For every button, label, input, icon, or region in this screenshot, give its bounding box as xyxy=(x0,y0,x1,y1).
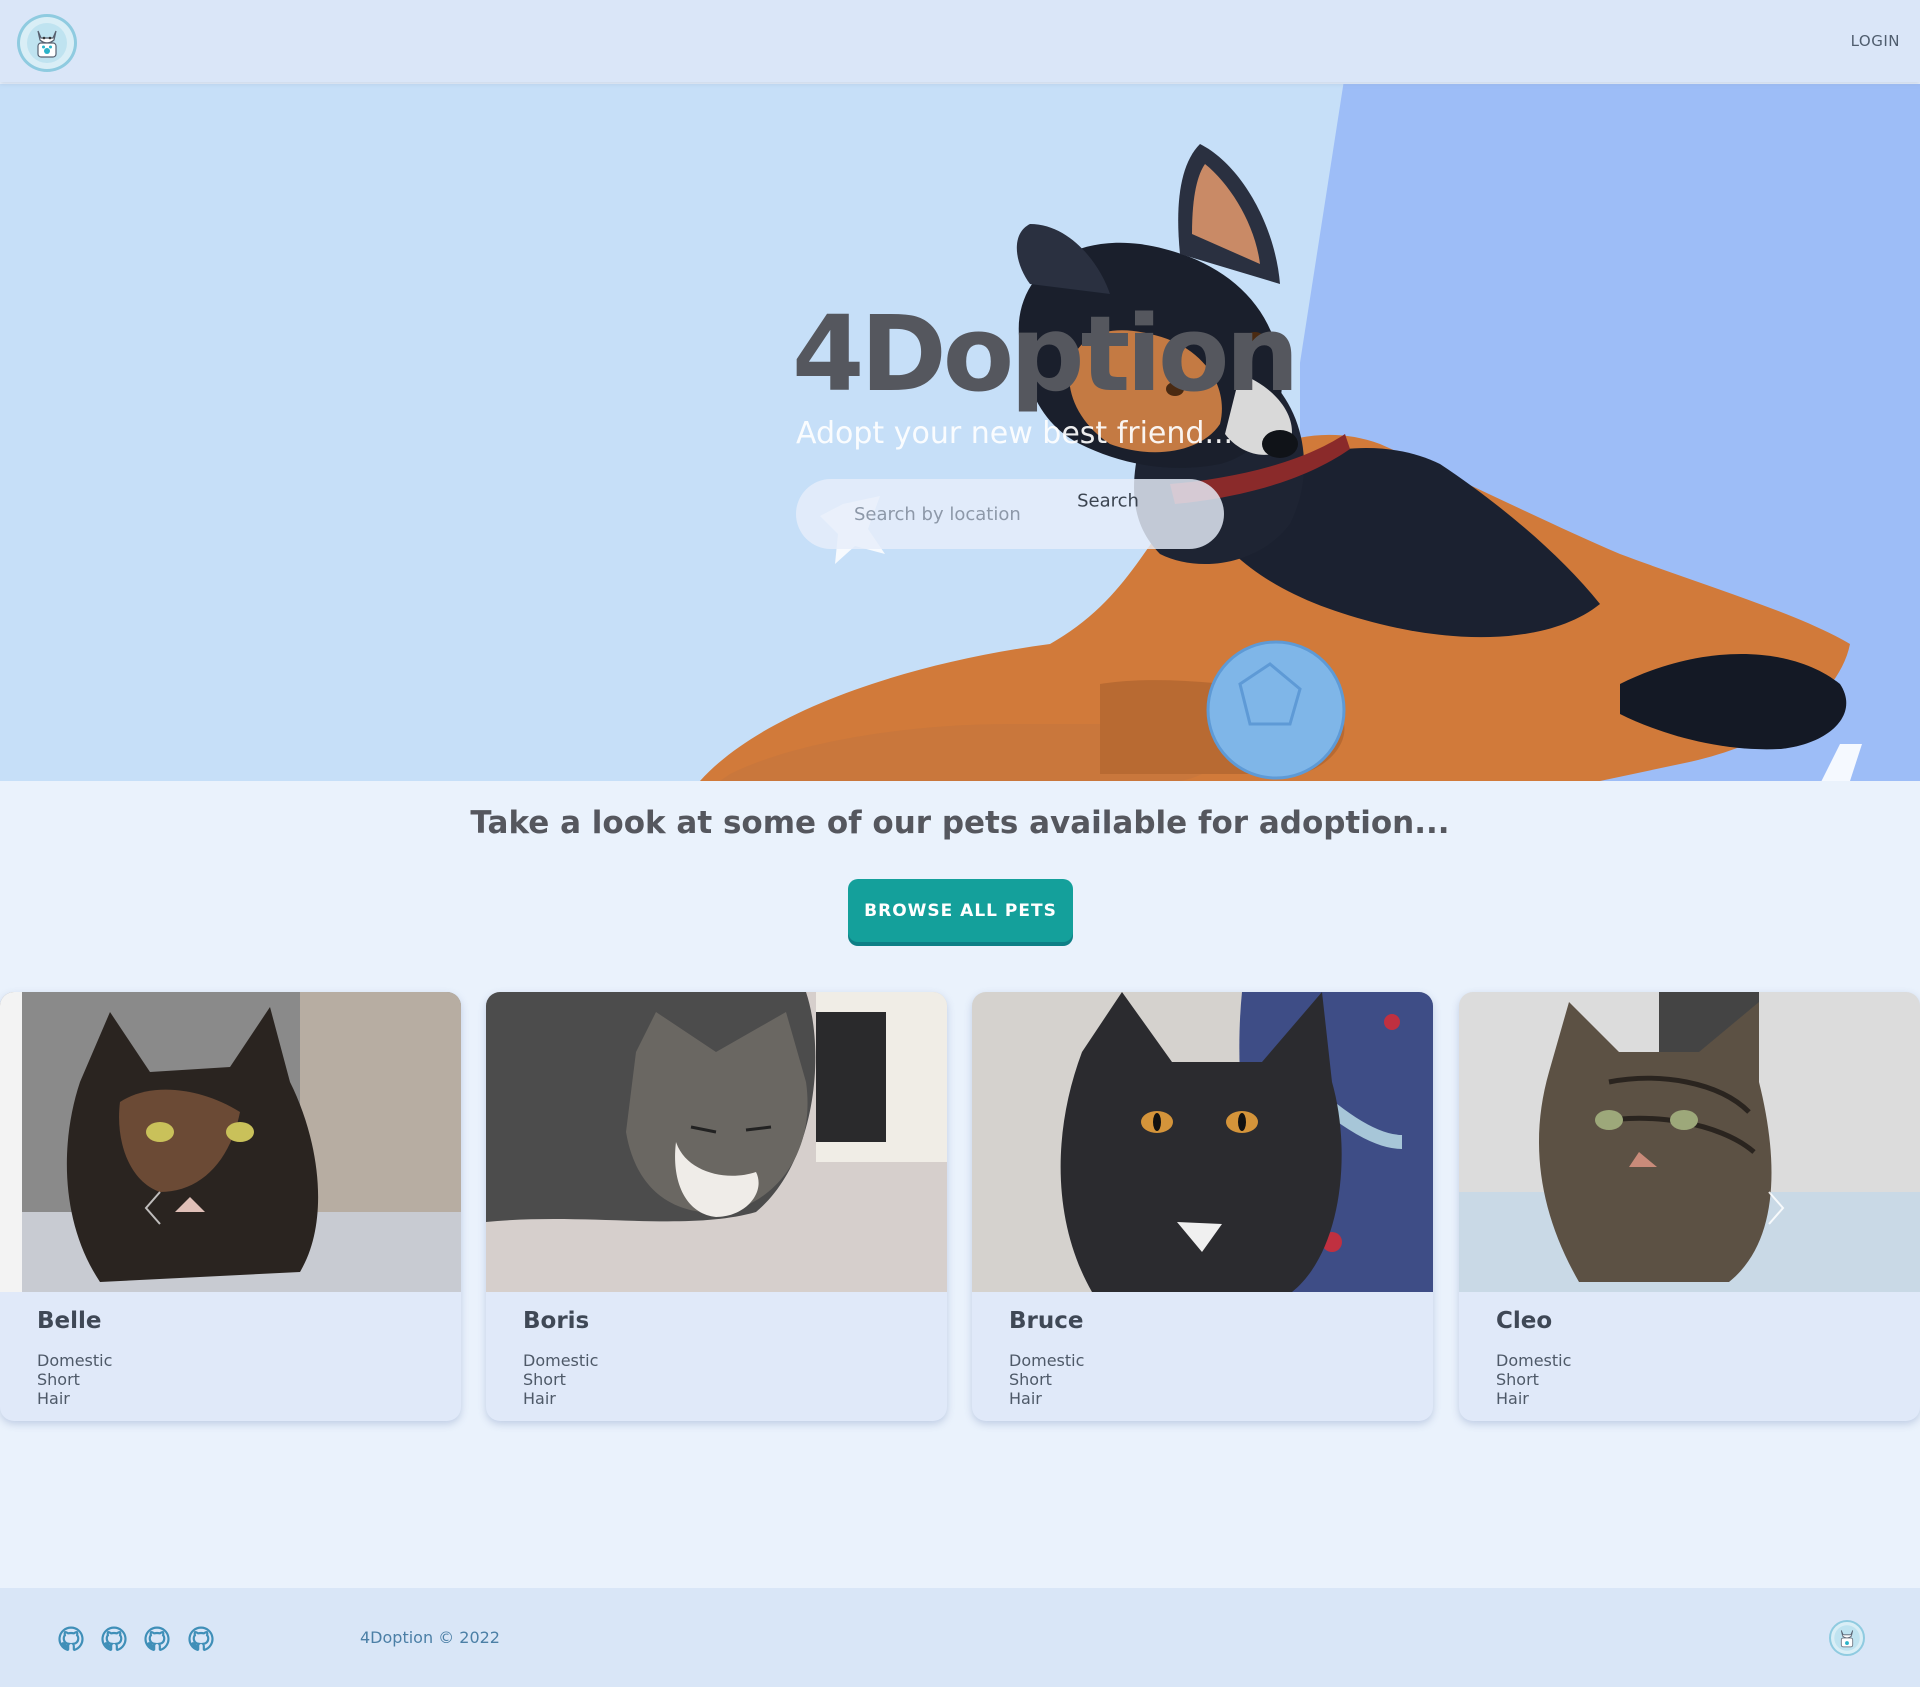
cat-logo-icon[interactable] xyxy=(1829,1620,1865,1656)
pet-photo xyxy=(972,992,1433,1292)
hero-banner: 4Doption Adopt your new best friend... xyxy=(0,84,1920,781)
pets-section-heading: Take a look at some of our pets availabl… xyxy=(470,805,1450,841)
carousel-prev-icon[interactable] xyxy=(140,1188,170,1228)
github-icon[interactable] xyxy=(101,1626,127,1652)
github-icon[interactable] xyxy=(188,1626,214,1652)
search-bar xyxy=(796,479,1224,549)
copyright-text: 4Doption © 2022 xyxy=(360,1628,500,1647)
cat-logo-icon[interactable] xyxy=(17,14,77,72)
pet-breed: Domestic Short Hair xyxy=(37,1351,113,1408)
login-link[interactable]: LOGIN xyxy=(1851,32,1900,50)
pet-name: Cleo xyxy=(1496,1308,1553,1334)
pet-name: Bruce xyxy=(1009,1308,1084,1334)
search-button[interactable]: Search xyxy=(1077,491,1139,512)
pet-photo xyxy=(0,992,461,1292)
github-icon[interactable] xyxy=(144,1626,170,1652)
github-icon[interactable] xyxy=(58,1626,84,1652)
carousel-next-icon[interactable] xyxy=(1759,1188,1789,1228)
site-title: 4Doption xyxy=(792,293,1299,415)
browse-all-pets-button[interactable]: BROWSE ALL PETS xyxy=(848,879,1073,942)
pet-photo xyxy=(1459,992,1920,1292)
hero-subtitle: Adopt your new best friend... xyxy=(796,416,1234,451)
pet-name: Boris xyxy=(523,1308,590,1334)
pet-breed: Domestic Short Hair xyxy=(1496,1351,1572,1408)
pet-photo xyxy=(486,992,947,1292)
pet-breed: Domestic Short Hair xyxy=(1009,1351,1085,1408)
pet-name: Belle xyxy=(37,1308,102,1334)
pet-breed: Domestic Short Hair xyxy=(523,1351,599,1408)
location-search-input[interactable] xyxy=(836,491,1116,537)
navbar: LOGIN xyxy=(0,0,1920,82)
footer xyxy=(0,1588,1920,1687)
